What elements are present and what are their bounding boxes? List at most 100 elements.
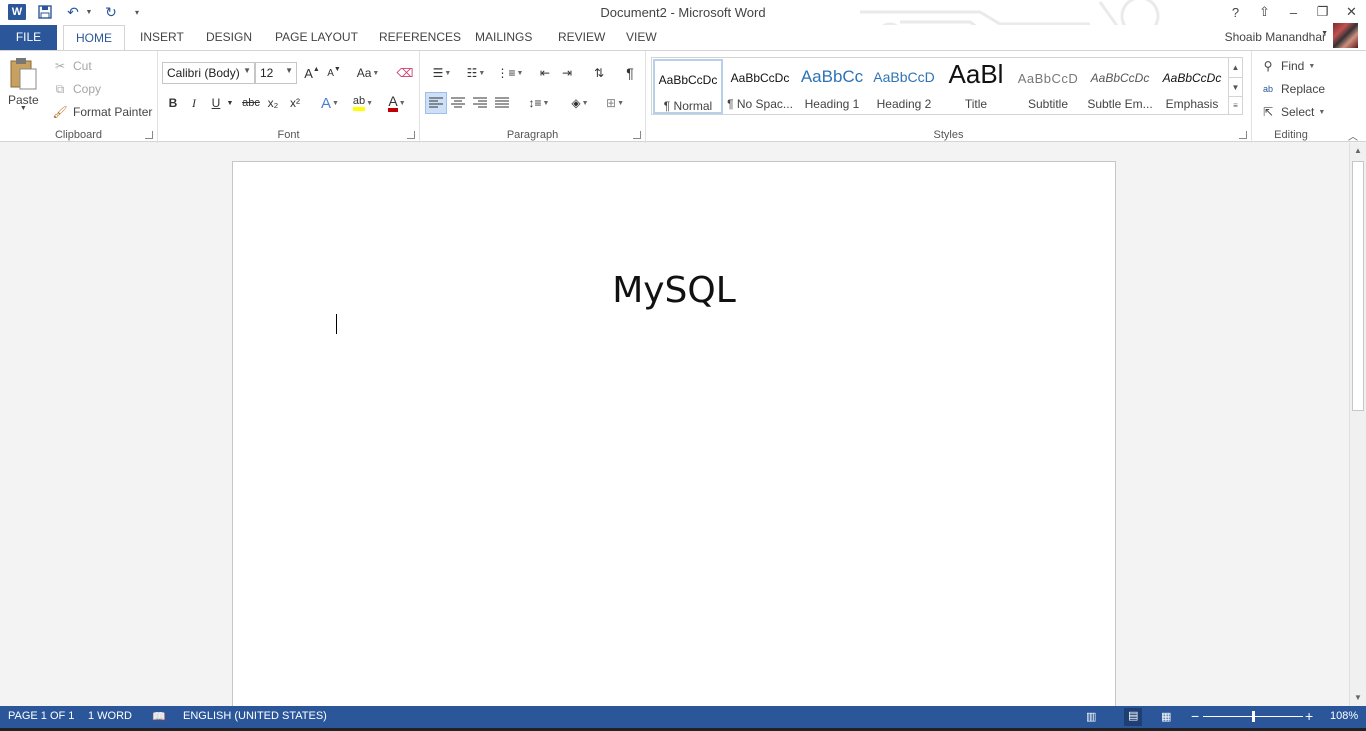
show-formatting-marks-icon[interactable]: ¶ bbox=[619, 62, 641, 84]
language[interactable]: ENGLISH (UNITED STATES) bbox=[183, 710, 327, 722]
cursor-icon: ⇱ bbox=[1262, 105, 1274, 119]
zoom-in-icon[interactable]: + bbox=[1305, 708, 1313, 724]
gallery-scroll-up-icon[interactable]: ▲ bbox=[1228, 58, 1242, 77]
chevron-down-icon: ▼ bbox=[243, 66, 251, 75]
numbering-button[interactable]: ☷ ▼ bbox=[460, 62, 492, 84]
clipboard-dialog-launcher-icon[interactable] bbox=[145, 131, 153, 139]
text-effects-icon: A bbox=[321, 94, 332, 112]
word-count[interactable]: 1 WORD bbox=[88, 710, 132, 722]
scroll-up-icon[interactable]: ▲ bbox=[1350, 143, 1366, 159]
scrollbar-thumb[interactable] bbox=[1352, 161, 1364, 411]
highlight-button[interactable]: ab ▼ bbox=[348, 92, 378, 114]
line-spacing-button[interactable]: ↕≡ ▼ bbox=[524, 92, 554, 114]
vertical-scrollbar[interactable]: ▲ ▼ bbox=[1349, 143, 1366, 706]
collapse-ribbon-icon[interactable]: ︿ bbox=[1348, 128, 1358, 143]
styles-dialog-launcher-icon[interactable] bbox=[1239, 131, 1247, 139]
ribbon-home: Paste ▼ ✂ Cut ⧉ Copy 🖌 Format Painter Clipb… bbox=[0, 50, 1366, 143]
paste-icon bbox=[10, 58, 37, 90]
paint-bucket-icon: ◈ bbox=[571, 96, 581, 110]
ribbon-tabs: FILE HOME INSERT DESIGN PAGE LAYOUT REFE… bbox=[0, 25, 1366, 51]
close-icon[interactable]: ✕ bbox=[1337, 0, 1366, 24]
align-right-icon[interactable] bbox=[469, 92, 491, 114]
tab-mailings[interactable]: MAILINGS bbox=[475, 25, 532, 50]
clear-formatting-icon[interactable]: ⌫ bbox=[394, 62, 416, 84]
zoom-slider-thumb[interactable] bbox=[1252, 711, 1255, 722]
font-size-combo[interactable]: 12 ▼ bbox=[255, 62, 297, 84]
shading-button[interactable]: ◈ ▼ bbox=[565, 92, 595, 114]
shrink-font-button[interactable]: A ▼ bbox=[323, 62, 345, 84]
superscript-button[interactable]: x² bbox=[284, 92, 306, 114]
borders-icon: ⊞ bbox=[606, 96, 617, 110]
justify-icon[interactable] bbox=[491, 92, 513, 114]
font-color-button[interactable]: A ▼ bbox=[382, 92, 412, 114]
tab-references[interactable]: REFERENCES bbox=[379, 25, 461, 50]
paste-dropdown-icon: ▼ bbox=[19, 105, 27, 112]
status-bar: PAGE 1 OF 1 1 WORD 📖 ENGLISH (UNITED STA… bbox=[0, 706, 1366, 728]
zoom-out-icon[interactable]: − bbox=[1191, 708, 1199, 724]
tab-home[interactable]: HOME bbox=[63, 25, 125, 51]
tab-insert[interactable]: INSERT bbox=[140, 25, 184, 50]
style-subtitle[interactable]: AaBbCcD Subtitle bbox=[1013, 59, 1083, 114]
zoom-level[interactable]: 108% bbox=[1330, 710, 1358, 722]
proofing-icon[interactable]: 📖 bbox=[152, 710, 166, 723]
subscript-button[interactable]: x₂ bbox=[262, 92, 284, 114]
paragraph-dialog-launcher-icon[interactable] bbox=[633, 131, 641, 139]
text-effects-button[interactable]: A ▼ bbox=[316, 92, 344, 114]
tab-design[interactable]: DESIGN bbox=[206, 25, 252, 50]
underline-dropdown-icon[interactable]: ▼ bbox=[224, 92, 236, 114]
align-left-icon[interactable] bbox=[425, 92, 447, 114]
sort-icon[interactable]: ⇅ bbox=[588, 62, 610, 84]
grow-font-button[interactable]: A ▲ bbox=[301, 62, 323, 84]
user-name[interactable]: Shoaib Manandhar bbox=[1225, 30, 1326, 44]
tab-review[interactable]: REVIEW bbox=[558, 25, 605, 50]
restore-icon[interactable]: ❐ bbox=[1308, 0, 1337, 24]
align-center-icon[interactable] bbox=[447, 92, 469, 114]
read-mode-icon[interactable]: ▥ bbox=[1086, 710, 1096, 723]
borders-button[interactable]: ⊞ ▼ bbox=[600, 92, 630, 114]
avatar[interactable] bbox=[1333, 23, 1358, 48]
multilevel-list-button[interactable]: ⋮≡ ▼ bbox=[494, 62, 526, 84]
copy-button[interactable]: ⧉ Copy bbox=[50, 80, 101, 98]
document-heading[interactable]: MySQL bbox=[233, 270, 1115, 311]
tab-view[interactable]: VIEW bbox=[626, 25, 657, 50]
style-emphasis[interactable]: AaBbCcDc Emphasis bbox=[1157, 59, 1227, 114]
user-dropdown-icon[interactable]: ▼ bbox=[1321, 30, 1328, 37]
format-painter-button[interactable]: 🖌 Format Painter bbox=[50, 103, 152, 121]
cut-button[interactable]: ✂ Cut bbox=[50, 57, 92, 75]
change-case-button[interactable]: Aa ▼ bbox=[353, 62, 383, 84]
style-no-spacing[interactable]: AaBbCcDc ¶ No Spac... bbox=[725, 59, 795, 114]
style-title[interactable]: AaBl Title bbox=[941, 59, 1011, 114]
document-page[interactable]: MySQL bbox=[232, 161, 1116, 706]
page-count[interactable]: PAGE 1 OF 1 bbox=[8, 710, 74, 722]
font-family-combo[interactable]: Calibri (Body) ▼ bbox=[162, 62, 255, 84]
select-button[interactable]: ⇱ Select ▼ bbox=[1258, 103, 1325, 121]
paragraph-group-label: Paragraph bbox=[506, 129, 559, 141]
font-group-label: Font bbox=[277, 129, 300, 141]
increase-indent-icon[interactable]: ⇥ bbox=[556, 62, 578, 84]
style-heading-1[interactable]: AaBbCc Heading 1 bbox=[797, 59, 867, 114]
find-button[interactable]: ⚲ Find ▼ bbox=[1258, 57, 1316, 75]
gallery-more-icon[interactable]: ≡ bbox=[1228, 96, 1242, 114]
font-color-icon: A bbox=[388, 94, 398, 112]
ribbon-display-options-icon[interactable]: ⇧ bbox=[1250, 0, 1279, 24]
decrease-indent-icon[interactable]: ⇤ bbox=[534, 62, 556, 84]
web-layout-icon[interactable]: ▦ bbox=[1161, 710, 1171, 723]
help-icon[interactable]: ? bbox=[1221, 0, 1250, 24]
paste-button[interactable]: Paste ▼ bbox=[8, 57, 39, 112]
print-layout-icon[interactable]: ▤ bbox=[1124, 708, 1143, 726]
minimize-icon[interactable]: – bbox=[1279, 0, 1308, 24]
bullets-button[interactable]: ☰ ▼ bbox=[426, 62, 458, 84]
tab-file[interactable]: FILE bbox=[0, 25, 57, 50]
style-normal[interactable]: AaBbCcDc ¶ Normal bbox=[653, 59, 723, 114]
bold-button[interactable]: B bbox=[162, 92, 184, 114]
style-heading-2[interactable]: AaBbCcD Heading 2 bbox=[869, 59, 939, 114]
replace-button[interactable]: ab Replace bbox=[1258, 80, 1325, 98]
paragraph-group: ☰ ▼ ☷ ▼ ⋮≡ ▼ ⇤ ⇥ ⇅ ¶ ↕≡ ▼ ◈ ▼ ⊞ ▼ Paragraph bbox=[420, 51, 646, 143]
tab-page-layout[interactable]: PAGE LAYOUT bbox=[275, 25, 358, 50]
font-dialog-launcher-icon[interactable] bbox=[407, 131, 415, 139]
strikethrough-button[interactable]: abc bbox=[240, 92, 262, 114]
italic-button[interactable]: I bbox=[183, 92, 205, 114]
scroll-down-icon[interactable]: ▼ bbox=[1350, 690, 1366, 706]
style-subtle-emphasis[interactable]: AaBbCcDc Subtle Em... bbox=[1085, 59, 1155, 114]
gallery-scroll-down-icon[interactable]: ▼ bbox=[1228, 77, 1242, 96]
